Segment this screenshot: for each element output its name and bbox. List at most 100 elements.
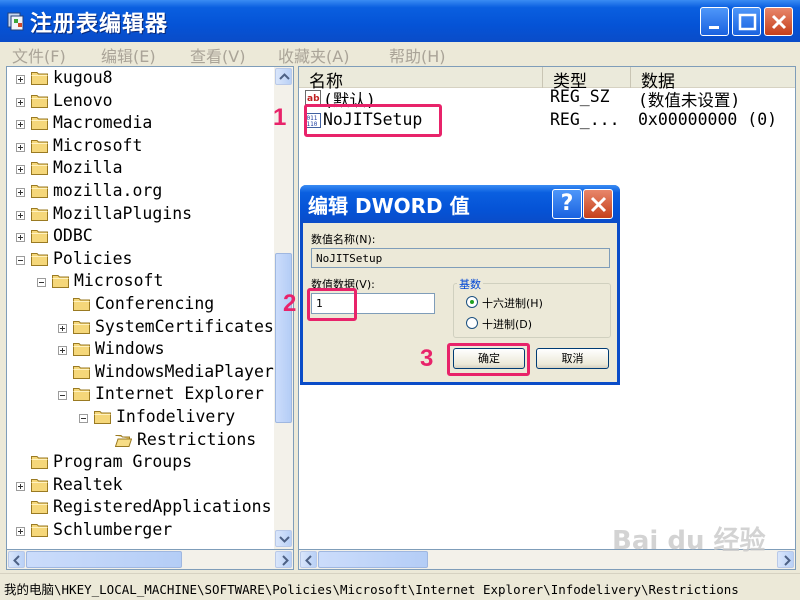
- highlight-box-3: [447, 343, 530, 376]
- expand-icon[interactable]: [16, 120, 25, 130]
- tree-item-label: Restrictions: [137, 429, 257, 449]
- scroll-thumb[interactable]: [275, 253, 292, 423]
- chevron-right-icon: [784, 555, 791, 566]
- close-icon: [771, 14, 787, 30]
- key-tree[interactable]: kugou8 Lenovo Macromedia Microsoft Mozilla mo…: [6, 66, 294, 550]
- menu-view[interactable]: 查看(V): [190, 43, 245, 67]
- maximize-button[interactable]: [732, 7, 761, 36]
- cancel-button[interactable]: 取消: [536, 348, 609, 369]
- folder-icon: [31, 72, 48, 85]
- expand-icon[interactable]: [16, 97, 25, 107]
- scroll-right-button[interactable]: [275, 551, 292, 568]
- hscroll-thumb[interactable]: [318, 551, 428, 568]
- expand-icon[interactable]: [16, 75, 25, 84]
- scroll-left-button[interactable]: [8, 551, 25, 568]
- svg-text:ab: ab: [307, 94, 320, 104]
- window-title: 注册表编辑器: [30, 12, 169, 37]
- column-data[interactable]: 数据: [631, 67, 795, 92]
- menu-help[interactable]: 帮助(H): [389, 43, 446, 67]
- collapse-icon[interactable]: [79, 414, 88, 423]
- dialog-title: 编辑 DWORD 值: [308, 194, 470, 218]
- chevron-down-icon: [279, 536, 290, 543]
- folder-icon: [31, 207, 48, 221]
- chevron-left-icon: [13, 555, 20, 566]
- collapse-icon[interactable]: [16, 255, 25, 265]
- string-value-icon: ab: [305, 90, 321, 105]
- baidu-watermark: Bai du 经验: [612, 526, 766, 556]
- folder-icon: [73, 343, 90, 357]
- folder-icon: [52, 275, 69, 289]
- minimize-button[interactable]: [700, 7, 729, 36]
- folder-icon: [73, 388, 90, 402]
- tree-item-label: kugou8: [53, 68, 113, 87]
- dialog-close-button[interactable]: [583, 189, 613, 219]
- collapse-icon[interactable]: [37, 278, 46, 288]
- tree-item-label: Program Groups: [53, 452, 193, 472]
- tree-item-label: Lenovo: [53, 90, 113, 110]
- tree-item-label: Microsoft: [74, 271, 164, 291]
- hscroll-thumb[interactable]: [26, 551, 182, 568]
- radio-hex[interactable]: [466, 296, 478, 308]
- open-folder-icon: [115, 434, 132, 447]
- base-label: 基数: [457, 276, 483, 292]
- collapse-icon[interactable]: [58, 391, 67, 401]
- scroll-right-button[interactable]: [777, 551, 794, 568]
- expand-icon[interactable]: [16, 527, 25, 536]
- scroll-up-button[interactable]: [275, 68, 292, 85]
- expand-icon[interactable]: [16, 481, 25, 491]
- tree-item-label: Windows: [95, 339, 165, 359]
- help-icon: ?: [560, 191, 574, 216]
- help-button[interactable]: ?: [552, 189, 582, 219]
- folder-icon: [31, 501, 48, 515]
- highlight-box-2: [307, 288, 357, 321]
- chevron-right-icon: [282, 555, 289, 566]
- tree-item-label: mozilla.org: [53, 181, 163, 200]
- tree-item-label: ODBC: [53, 226, 93, 246]
- tree-item-label: Policies: [53, 248, 133, 268]
- expand-icon[interactable]: [58, 346, 67, 356]
- value-data: (数值未设置): [638, 91, 741, 110]
- menu-file[interactable]: 文件(F): [12, 43, 66, 67]
- folder-icon: [31, 162, 48, 176]
- folder-icon: [31, 185, 48, 198]
- scroll-left-button[interactable]: [300, 551, 317, 568]
- title-bar: 注册表编辑器: [0, 0, 800, 42]
- value-type: REG_SZ: [550, 87, 610, 106]
- folder-icon: [73, 320, 90, 334]
- tree-horizontal-scrollbar[interactable]: [6, 550, 294, 570]
- scroll-down-button[interactable]: [275, 530, 292, 547]
- tree-item-label: Infodelivery: [116, 407, 236, 426]
- minimize-icon: [709, 26, 719, 29]
- expand-icon[interactable]: [16, 165, 25, 175]
- tree-item-label: Conferencing: [95, 294, 215, 313]
- folder-icon: [31, 117, 48, 131]
- radio-hex-label: 十六进制(H): [482, 297, 543, 310]
- expand-icon[interactable]: [16, 142, 25, 152]
- menu-favorites[interactable]: 收藏夹(A): [278, 43, 349, 67]
- tree-item-label: Schlumberger: [53, 520, 173, 539]
- expand-icon[interactable]: [58, 323, 67, 333]
- column-type[interactable]: 类型: [543, 67, 631, 92]
- folder-icon: [73, 298, 90, 311]
- registry-editor-icon: [7, 12, 24, 31]
- expand-icon[interactable]: [16, 210, 25, 220]
- expand-icon[interactable]: [16, 188, 25, 197]
- maximize-icon: [738, 13, 757, 31]
- close-icon: [590, 196, 607, 213]
- folder-icon: [31, 230, 48, 244]
- tree-item-label: Internet Explorer: [95, 384, 264, 404]
- close-button[interactable]: [764, 7, 793, 36]
- tree-item-label: Macromedia: [53, 113, 153, 133]
- expand-icon[interactable]: [16, 233, 25, 243]
- folder-icon: [31, 252, 48, 266]
- tree-item-label: WindowsMediaPlayer: [95, 361, 274, 381]
- registry-path: 我的电脑\HKEY_LOCAL_MACHINE\SOFTWARE\Policie…: [4, 582, 739, 597]
- radio-decimal[interactable]: [466, 317, 478, 329]
- column-name[interactable]: 名称: [299, 67, 543, 92]
- chevron-left-icon: [305, 555, 312, 566]
- status-bar: 我的电脑\HKEY_LOCAL_MACHINE\SOFTWARE\Policie…: [0, 573, 800, 600]
- menu-edit[interactable]: 编辑(E): [101, 43, 156, 67]
- tree-item-label: Mozilla: [53, 158, 123, 178]
- tree-item-label: Realtek: [53, 474, 123, 494]
- step-number-2: 2: [283, 290, 297, 317]
